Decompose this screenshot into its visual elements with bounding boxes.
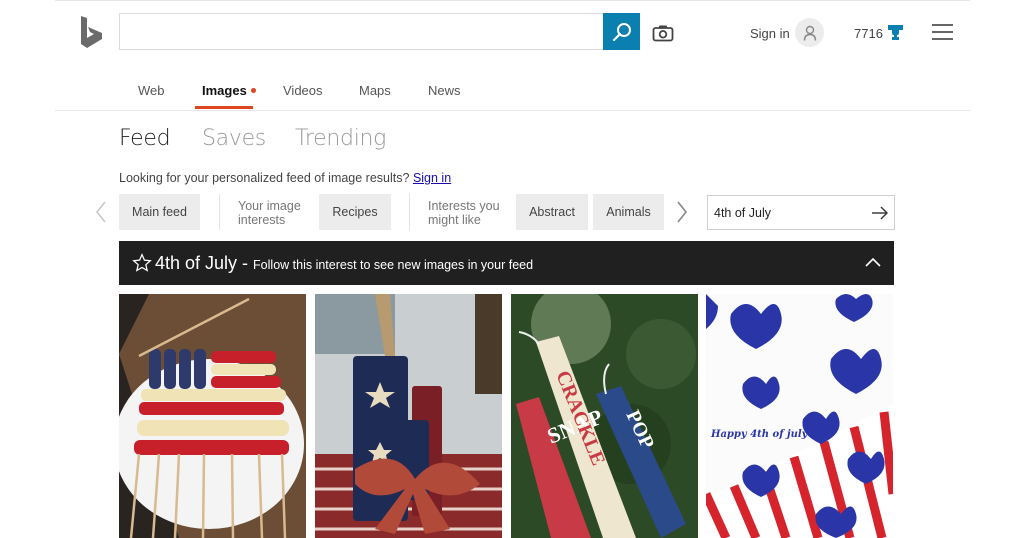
nav-news[interactable]: News	[428, 83, 461, 98]
rewards-trophy-icon[interactable]	[887, 24, 904, 41]
menu-line	[932, 24, 953, 26]
your-interests-label: Your image interests	[238, 199, 301, 227]
nav-divider	[55, 110, 970, 111]
new-indicator-dot	[251, 88, 256, 93]
go-button[interactable]	[871, 204, 889, 222]
nav-web[interactable]: Web	[138, 83, 165, 98]
interest-banner: 4th of July - Follow this interest to se…	[119, 241, 894, 285]
suggested-label-line2: might like	[428, 213, 481, 227]
chip-animals[interactable]: Animals	[593, 194, 664, 230]
your-interests-label-line2: interests	[238, 213, 286, 227]
bing-logo[interactable]	[78, 14, 106, 50]
camera-icon	[652, 25, 674, 42]
chip-recipes[interactable]: Recipes	[319, 194, 391, 230]
tab-saves[interactable]: Saves	[202, 126, 266, 151]
banner-separator: -	[242, 252, 249, 273]
nav-videos[interactable]: Videos	[283, 83, 323, 98]
firecracker-decor-image	[315, 294, 502, 538]
suggested-interests-label: Interests you might like	[428, 199, 500, 227]
hamburger-menu-button[interactable]	[932, 24, 953, 40]
chevron-left-icon	[95, 201, 106, 223]
menu-line	[932, 31, 953, 33]
user-icon	[803, 25, 816, 41]
banner-subtitle: Follow this interest to see new images i…	[253, 257, 534, 272]
image-tile-firecracker-decor[interactable]	[315, 294, 502, 538]
search-icon	[612, 22, 631, 41]
sign-in-prompt: Looking for your personalized feed of im…	[119, 171, 451, 185]
snap-crackle-pop-image: SNAP CRACKLE POP	[511, 294, 698, 538]
chip-abstract[interactable]: Abstract	[516, 194, 588, 230]
follow-star-icon[interactable]	[132, 253, 152, 273]
your-interests-label-line1: Your image	[238, 199, 301, 213]
search-box[interactable]	[119, 13, 603, 50]
image-tile-snap-crackle-pop[interactable]: SNAP CRACKLE POP	[511, 294, 698, 538]
filter-divider	[409, 194, 410, 230]
suggested-label-line1: Interests you	[428, 199, 500, 213]
scroll-left-button[interactable]	[94, 200, 108, 224]
vertical-nav: Web Images Videos Maps News	[0, 80, 1024, 110]
prompt-text: Looking for your personalized feed of im…	[119, 171, 410, 185]
fruit-flag-image	[119, 294, 306, 538]
nav-images[interactable]: Images	[202, 83, 247, 98]
interest-search-input[interactable]	[708, 196, 858, 229]
chevron-up-icon[interactable]	[864, 255, 882, 269]
menu-line	[932, 38, 953, 40]
filter-divider	[219, 194, 220, 230]
happy-4th-hearts-image: Happy 4th of july	[706, 294, 893, 538]
scroll-right-button[interactable]	[675, 200, 689, 224]
nav-maps[interactable]: Maps	[359, 83, 391, 98]
chip-main-feed[interactable]: Main feed	[119, 194, 200, 230]
search-input[interactable]	[120, 14, 603, 49]
tab-feed[interactable]: Feed	[119, 126, 171, 151]
search-button[interactable]	[603, 13, 640, 50]
sign-in-link[interactable]: Sign in	[750, 26, 790, 41]
image-tile-happy-4th-hearts[interactable]: Happy 4th of july	[706, 294, 893, 538]
interest-search-box[interactable]	[707, 195, 895, 230]
interest-title: 4th of July	[155, 252, 238, 273]
image-tile-fruit-flag[interactable]	[119, 294, 306, 538]
active-nav-underline	[195, 106, 253, 109]
avatar[interactable]	[795, 18, 824, 47]
happy-4th-caption: Happy 4th of july	[710, 429, 809, 440]
prompt-sign-in-link[interactable]: Sign in	[413, 171, 451, 185]
arrow-right-icon	[872, 206, 888, 220]
tab-trending[interactable]: Trending	[295, 126, 386, 151]
visual-search-button[interactable]	[652, 24, 674, 42]
chevron-right-icon	[677, 201, 688, 223]
rewards-points[interactable]: 7716	[854, 26, 883, 41]
top-divider	[55, 0, 970, 1]
